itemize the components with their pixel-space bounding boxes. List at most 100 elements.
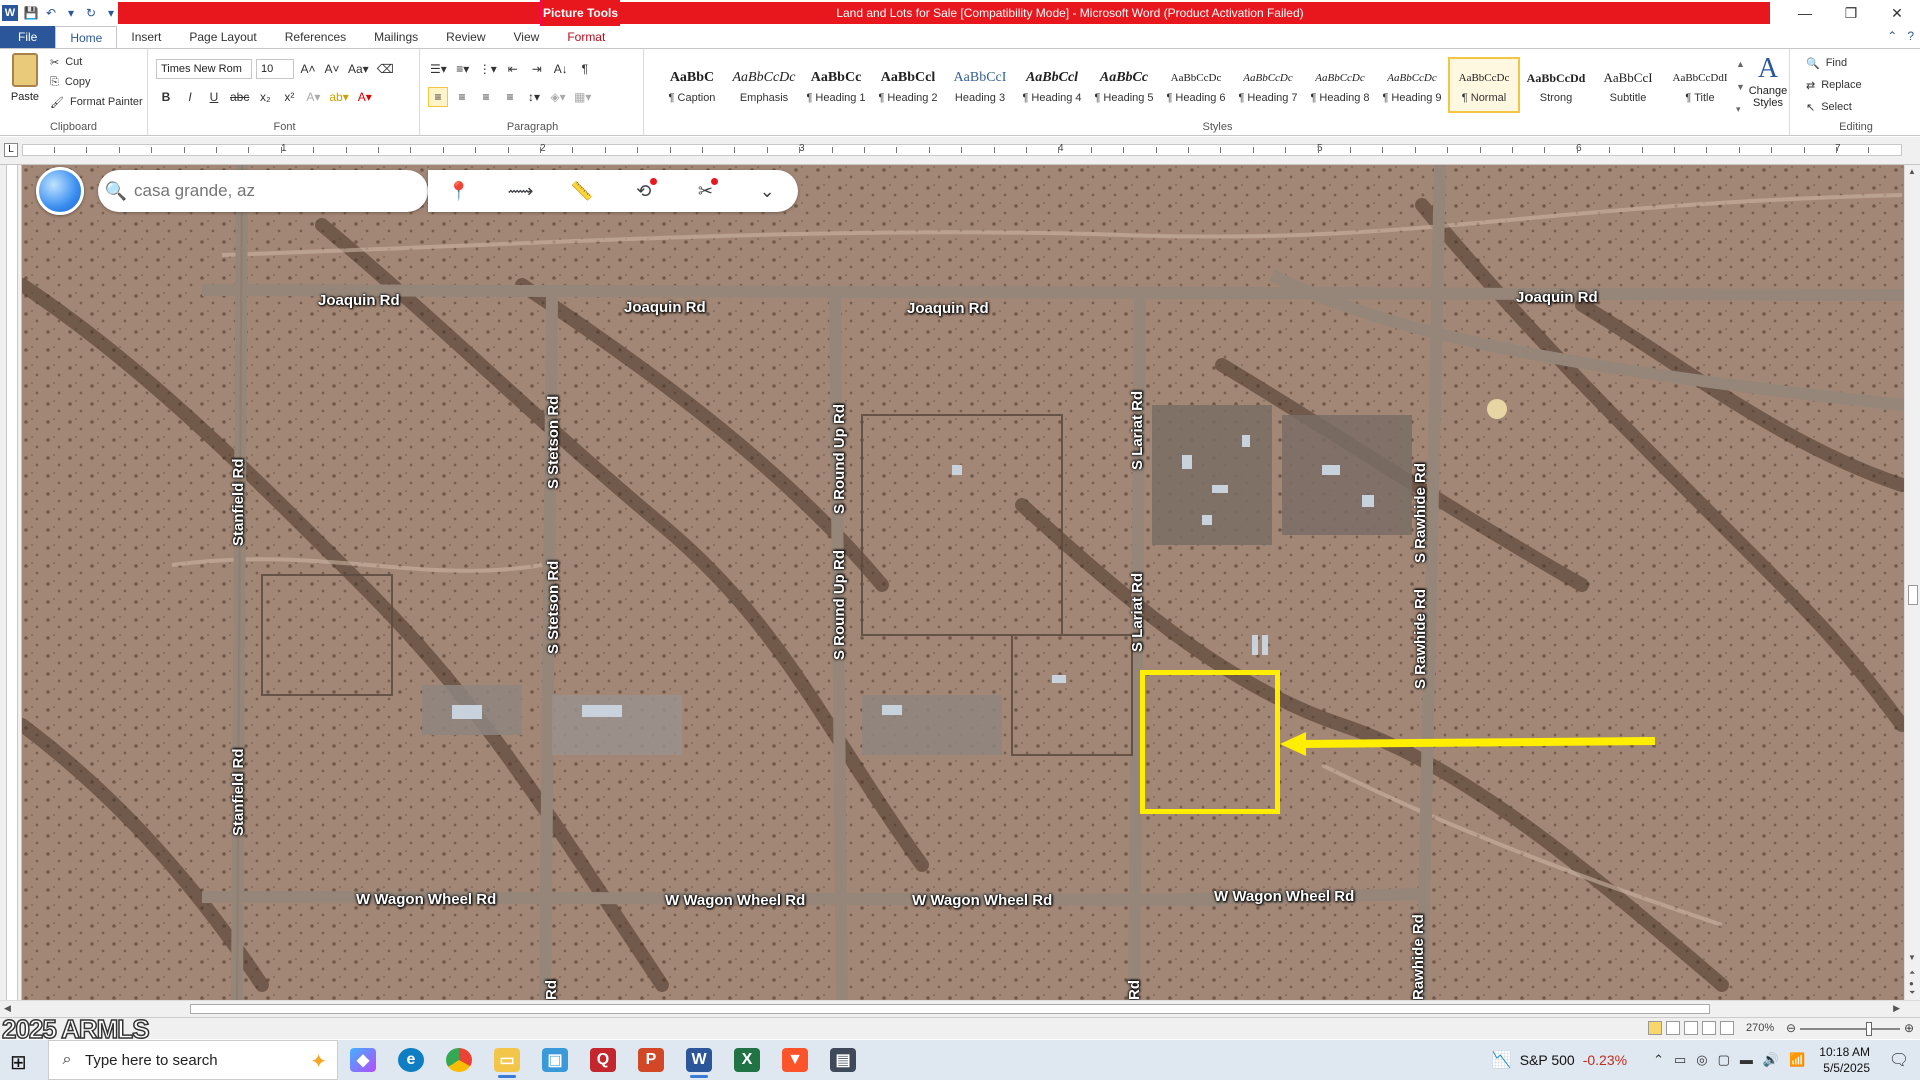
map-search-input[interactable] bbox=[134, 181, 404, 201]
word-app-icon[interactable]: W bbox=[680, 1041, 718, 1079]
taskbar-search[interactable]: ⌕ Type here to search ✦ bbox=[48, 1040, 338, 1080]
chevron-down-icon[interactable]: ⌄ bbox=[752, 176, 782, 206]
shading-icon[interactable]: ◈▾ bbox=[548, 87, 568, 107]
restore-icon[interactable]: ❐ bbox=[1828, 0, 1874, 26]
italic-icon[interactable]: I bbox=[180, 87, 200, 107]
pdf-app-icon[interactable]: Q bbox=[584, 1041, 622, 1079]
wifi-icon[interactable]: 📶 bbox=[1789, 1052, 1805, 1068]
display-icon[interactable]: ▢ bbox=[1718, 1052, 1730, 1068]
numbering-icon[interactable]: ≡▾ bbox=[453, 59, 473, 79]
scroll-up-icon[interactable]: ▲ bbox=[1908, 167, 1916, 176]
edge-app-icon[interactable]: e bbox=[392, 1041, 430, 1079]
font-name-combo[interactable]: Times New Rom bbox=[156, 59, 252, 79]
bullets-icon[interactable]: ☰▾ bbox=[428, 59, 449, 79]
word-logo-icon[interactable]: W bbox=[2, 5, 18, 21]
select-button[interactable]: ↖ Select bbox=[1806, 97, 1852, 117]
globe-icon[interactable] bbox=[36, 167, 84, 215]
font-size-combo[interactable]: 10 bbox=[256, 59, 294, 79]
style-tile[interactable]: AaBbCcDc ¶ Normal bbox=[1448, 57, 1520, 113]
chevron-up-icon[interactable]: ⌃ bbox=[1653, 1052, 1664, 1068]
remote-app-icon[interactable]: ▣ bbox=[536, 1041, 574, 1079]
next-page-icon[interactable]: ⏷ bbox=[1909, 988, 1915, 998]
notification-icon[interactable]: 🗨 bbox=[1884, 1050, 1914, 1070]
style-tile[interactable]: AaBbCcDc Emphasis bbox=[728, 57, 800, 113]
map-search-box[interactable]: 🔍 bbox=[98, 170, 428, 212]
vertical-scrollbar[interactable]: ▲ ▼ ⏶ ● ⏷ bbox=[1904, 165, 1920, 1000]
stock-widget[interactable]: 📉 S&P 500 -0.23% bbox=[1492, 1050, 1627, 1070]
zoom-slider[interactable] bbox=[1800, 1028, 1900, 1030]
tab-mailings[interactable]: Mailings bbox=[360, 26, 432, 48]
drive-icon[interactable]: ▬ bbox=[1740, 1052, 1753, 1068]
customize-qat-icon[interactable]: ▾ bbox=[104, 6, 118, 20]
route-icon[interactable]: ⟿ bbox=[505, 176, 535, 206]
powerpoint-app-icon[interactable]: P bbox=[632, 1041, 670, 1079]
tab-view[interactable]: View bbox=[500, 26, 554, 48]
location-pin-icon[interactable]: 📍 bbox=[444, 176, 474, 206]
line-spacing-icon[interactable]: ↕▾ bbox=[524, 87, 544, 107]
style-tile[interactable]: AaBbCc ¶ Heading 1 bbox=[800, 57, 872, 113]
superscript-icon[interactable]: x² bbox=[279, 87, 299, 107]
full-screen-view-icon[interactable] bbox=[1666, 1021, 1680, 1035]
find-button[interactable]: 🔍 Find bbox=[1806, 53, 1847, 73]
style-tile[interactable]: AaBbCcDc ¶ Heading 7 bbox=[1232, 57, 1304, 113]
shrink-font-icon[interactable]: A˅ bbox=[322, 59, 342, 79]
cut-button[interactable]: ✂ Cut bbox=[50, 53, 82, 71]
style-tile[interactable]: AaBbC ¶ Caption bbox=[656, 57, 728, 113]
style-tile[interactable]: AaBbCcl ¶ Heading 4 bbox=[1016, 57, 1088, 113]
highlight-color-icon[interactable]: ab▾ bbox=[327, 87, 350, 107]
style-tile[interactable]: AaBbCcDd Strong bbox=[1520, 57, 1592, 113]
zoom-slider-knob[interactable] bbox=[1866, 1022, 1872, 1036]
network-icon[interactable]: ◎ bbox=[1696, 1052, 1707, 1068]
horizontal-scroll-thumb[interactable] bbox=[190, 1004, 1710, 1014]
paste-button[interactable]: Paste bbox=[6, 53, 44, 115]
copilot-app-icon[interactable]: ◆ bbox=[344, 1041, 382, 1079]
excel-app-icon[interactable]: X bbox=[728, 1041, 766, 1079]
underline-icon[interactable]: U bbox=[204, 87, 224, 107]
system-clock[interactable]: 10:18 AM 5/5/2025 bbox=[1819, 1044, 1870, 1076]
grow-font-icon[interactable]: A˄ bbox=[298, 59, 318, 79]
tab-insert[interactable]: Insert bbox=[117, 26, 175, 48]
align-right-icon[interactable]: ≡ bbox=[476, 87, 496, 107]
zoom-level[interactable]: 270% bbox=[1746, 1022, 1774, 1034]
taskview-app-icon[interactable]: ▤ bbox=[824, 1041, 862, 1079]
scroll-right-icon[interactable]: ▶ bbox=[1893, 1003, 1900, 1014]
horizontal-scrollbar[interactable]: ◀ ▶ bbox=[0, 1000, 1920, 1017]
font-color-icon[interactable]: A▾ bbox=[355, 87, 375, 107]
change-case-icon[interactable]: Aa▾ bbox=[346, 59, 371, 79]
file-explorer-app-icon[interactable]: ▭ bbox=[488, 1041, 526, 1079]
align-center-icon[interactable]: ≡ bbox=[452, 87, 472, 107]
print-layout-view-icon[interactable] bbox=[1648, 1021, 1662, 1035]
subscript-icon[interactable]: x₂ bbox=[255, 87, 275, 107]
borders-icon[interactable]: ▦▾ bbox=[572, 87, 593, 107]
bold-icon[interactable]: B bbox=[156, 87, 176, 107]
history-icon[interactable]: ⟲ bbox=[629, 176, 659, 206]
outline-view-icon[interactable] bbox=[1702, 1021, 1716, 1035]
show-marks-icon[interactable]: ¶ bbox=[575, 59, 595, 79]
web-layout-view-icon[interactable] bbox=[1684, 1021, 1698, 1035]
scroll-down-icon[interactable]: ▼ bbox=[1908, 953, 1916, 962]
text-effects-icon[interactable]: A▾ bbox=[303, 87, 323, 107]
style-tile[interactable]: AaBbCcDc ¶ Heading 6 bbox=[1160, 57, 1232, 113]
save-icon[interactable]: 💾 bbox=[24, 6, 39, 20]
increase-indent-icon[interactable]: ⇥ bbox=[527, 59, 547, 79]
satellite-map-image[interactable] bbox=[22, 165, 1904, 1000]
scroll-left-icon[interactable]: ◀ bbox=[4, 1003, 11, 1014]
style-tile[interactable]: AaBbCcDdI ¶ Title bbox=[1664, 57, 1736, 113]
minimize-icon[interactable]: — bbox=[1782, 0, 1828, 26]
clear-formatting-icon[interactable]: ⌫ bbox=[375, 59, 396, 79]
tab-home[interactable]: Home bbox=[55, 26, 118, 48]
browse-object-icon[interactable]: ● bbox=[1909, 979, 1914, 988]
horizontal-ruler[interactable]: L 1234567 bbox=[0, 137, 1920, 165]
vertical-ruler[interactable] bbox=[0, 165, 22, 1000]
tab-review[interactable]: Review bbox=[432, 26, 499, 48]
tab-references[interactable]: References bbox=[271, 26, 360, 48]
style-tile[interactable]: AaBbCcDc ¶ Heading 9 bbox=[1376, 57, 1448, 113]
chrome-app-icon[interactable] bbox=[440, 1041, 478, 1079]
tab-format[interactable]: Format bbox=[553, 26, 619, 48]
style-tile[interactable]: AaBbCcI Heading 3 bbox=[944, 57, 1016, 113]
dropdown-arrow-icon[interactable]: ▾ bbox=[64, 6, 78, 20]
copilot-sparkle-icon[interactable]: ✦ bbox=[310, 1049, 327, 1074]
previous-page-icon[interactable]: ⏶ bbox=[1909, 968, 1915, 978]
brave-app-icon[interactable]: ▼ bbox=[776, 1041, 814, 1079]
sort-icon[interactable]: A↓ bbox=[551, 59, 571, 79]
